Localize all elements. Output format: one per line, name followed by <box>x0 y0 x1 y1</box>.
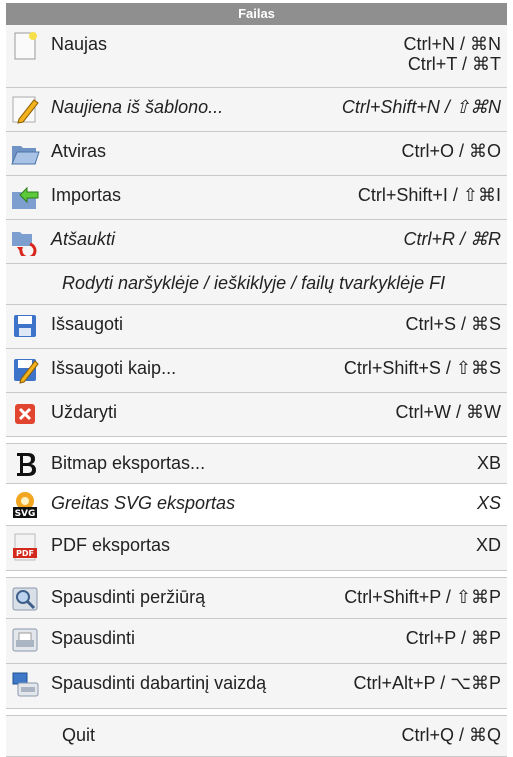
menu-item-label: Rodyti naršyklėje / ieškiklyje / failų t… <box>62 273 446 293</box>
import-icon <box>10 182 40 212</box>
menu-item-shortcut: Ctrl+Q / ⌘Q <box>401 725 501 745</box>
menu-item-shortcut: XS <box>476 493 501 513</box>
file-menu: Failas Naujas Ctrl+N / ⌘N Ctrl+T / ⌘T Na… <box>6 3 507 757</box>
svg-text:SVG: SVG <box>15 509 36 519</box>
menu-title: Failas <box>6 3 507 25</box>
svg-text:PDF: PDF <box>16 549 34 558</box>
menu-item-label: Naujiena iš šablono... <box>51 97 224 117</box>
menu-item-shortcut: Ctrl+N / ⌘N Ctrl+T / ⌘T <box>403 34 501 74</box>
menu-item-shortcut: Ctrl+W / ⌘W <box>395 402 502 422</box>
menu-item-label: Spausdinti <box>51 628 136 648</box>
menu-item-shortcut: XD <box>475 535 501 555</box>
menu-item-new[interactable]: Naujas Ctrl+N / ⌘N Ctrl+T / ⌘T <box>6 25 507 88</box>
menu-item-save-as[interactable]: Išsaugoti kaip... Ctrl+Shift+S / ⇧⌘S <box>6 349 507 393</box>
menu-item-quick-svg-export[interactable]: SVG Greitas SVG eksportas XS <box>6 484 507 526</box>
printer-icon <box>10 625 40 655</box>
menu-item-quit[interactable]: Quit Ctrl+Q / ⌘Q <box>6 715 507 757</box>
menu-item-shortcut: Ctrl+Shift+P / ⇧⌘P <box>344 587 501 607</box>
menu-item-bitmap-export[interactable]: Bitmap eksportas... XB <box>6 443 507 484</box>
menu-item-shortcut: Ctrl+R / ⌘R <box>403 229 501 249</box>
print-view-icon <box>10 670 40 700</box>
bitmap-icon <box>10 449 40 479</box>
save-icon <box>10 311 40 341</box>
menu-item-shortcut: Ctrl+Shift+I / ⇧⌘I <box>357 185 501 205</box>
menu-item-show-in-browser[interactable]: Rodyti naršyklėje / ieškiklyje / failų t… <box>6 264 507 305</box>
menu-item-open[interactable]: Atviras Ctrl+O / ⌘O <box>6 132 507 176</box>
menu-item-shortcut: Ctrl+Alt+P / ⌥⌘P <box>353 673 501 693</box>
menu-item-shortcut: XB <box>476 453 501 473</box>
menu-item-label: Greitas SVG eksportas <box>51 493 236 513</box>
menu-item-shortcut: Ctrl+Shift+S / ⇧⌘S <box>343 358 501 378</box>
pencil-icon <box>10 94 40 124</box>
menu-item-print-preview[interactable]: Spausdinti peržiūrą Ctrl+Shift+P / ⇧⌘P <box>6 577 507 619</box>
pdf-icon: PDF <box>10 532 40 562</box>
menu-item-save[interactable]: Išsaugoti Ctrl+S / ⌘S <box>6 305 507 349</box>
svg-icon: SVG <box>10 490 40 520</box>
menu-item-shortcut: Ctrl+Shift+N / ⇧⌘N <box>341 97 501 117</box>
folder-open-icon <box>10 138 40 168</box>
menu-item-close[interactable]: Uždaryti Ctrl+W / ⌘W <box>6 393 507 437</box>
menu-item-shortcut: Ctrl+S / ⌘S <box>405 314 501 334</box>
menu-item-label: Spausdinti dabartinį vaizdą <box>51 673 267 693</box>
menu-item-revert[interactable]: Atšaukti Ctrl+R / ⌘R <box>6 220 507 264</box>
print-preview-icon <box>10 584 40 614</box>
menu-item-pdf-export[interactable]: PDF PDF eksportas XD <box>6 526 507 571</box>
menu-item-label: Importas <box>51 185 122 205</box>
menu-item-print[interactable]: Spausdinti Ctrl+P / ⌘P <box>6 619 507 664</box>
save-as-icon <box>10 355 40 385</box>
menu-item-label: Atviras <box>51 141 107 161</box>
menu-item-label: Išsaugoti <box>51 314 124 334</box>
menu-item-label: Naujas <box>51 34 108 54</box>
menu-item-new-from-template[interactable]: Naujiena iš šablono... Ctrl+Shift+N / ⇧⌘… <box>6 88 507 132</box>
menu-item-print-current-view[interactable]: Spausdinti dabartinį vaizdą Ctrl+Alt+P /… <box>6 664 507 709</box>
revert-icon <box>10 226 40 260</box>
menu-item-label: PDF eksportas <box>51 535 171 555</box>
menu-item-label: Atšaukti <box>51 229 116 249</box>
menu-item-label: Quit <box>62 725 96 745</box>
menu-item-label: Uždaryti <box>51 402 118 422</box>
close-icon <box>10 399 40 429</box>
menu-item-shortcut: Ctrl+P / ⌘P <box>405 628 501 648</box>
new-file-icon <box>10 31 40 61</box>
menu-item-shortcut: Ctrl+O / ⌘O <box>401 141 501 161</box>
menu-item-label: Spausdinti peržiūrą <box>51 587 206 607</box>
menu-item-import[interactable]: Importas Ctrl+Shift+I / ⇧⌘I <box>6 176 507 220</box>
menu-item-label: Bitmap eksportas... <box>51 453 206 473</box>
menu-item-label: Išsaugoti kaip... <box>51 358 177 378</box>
